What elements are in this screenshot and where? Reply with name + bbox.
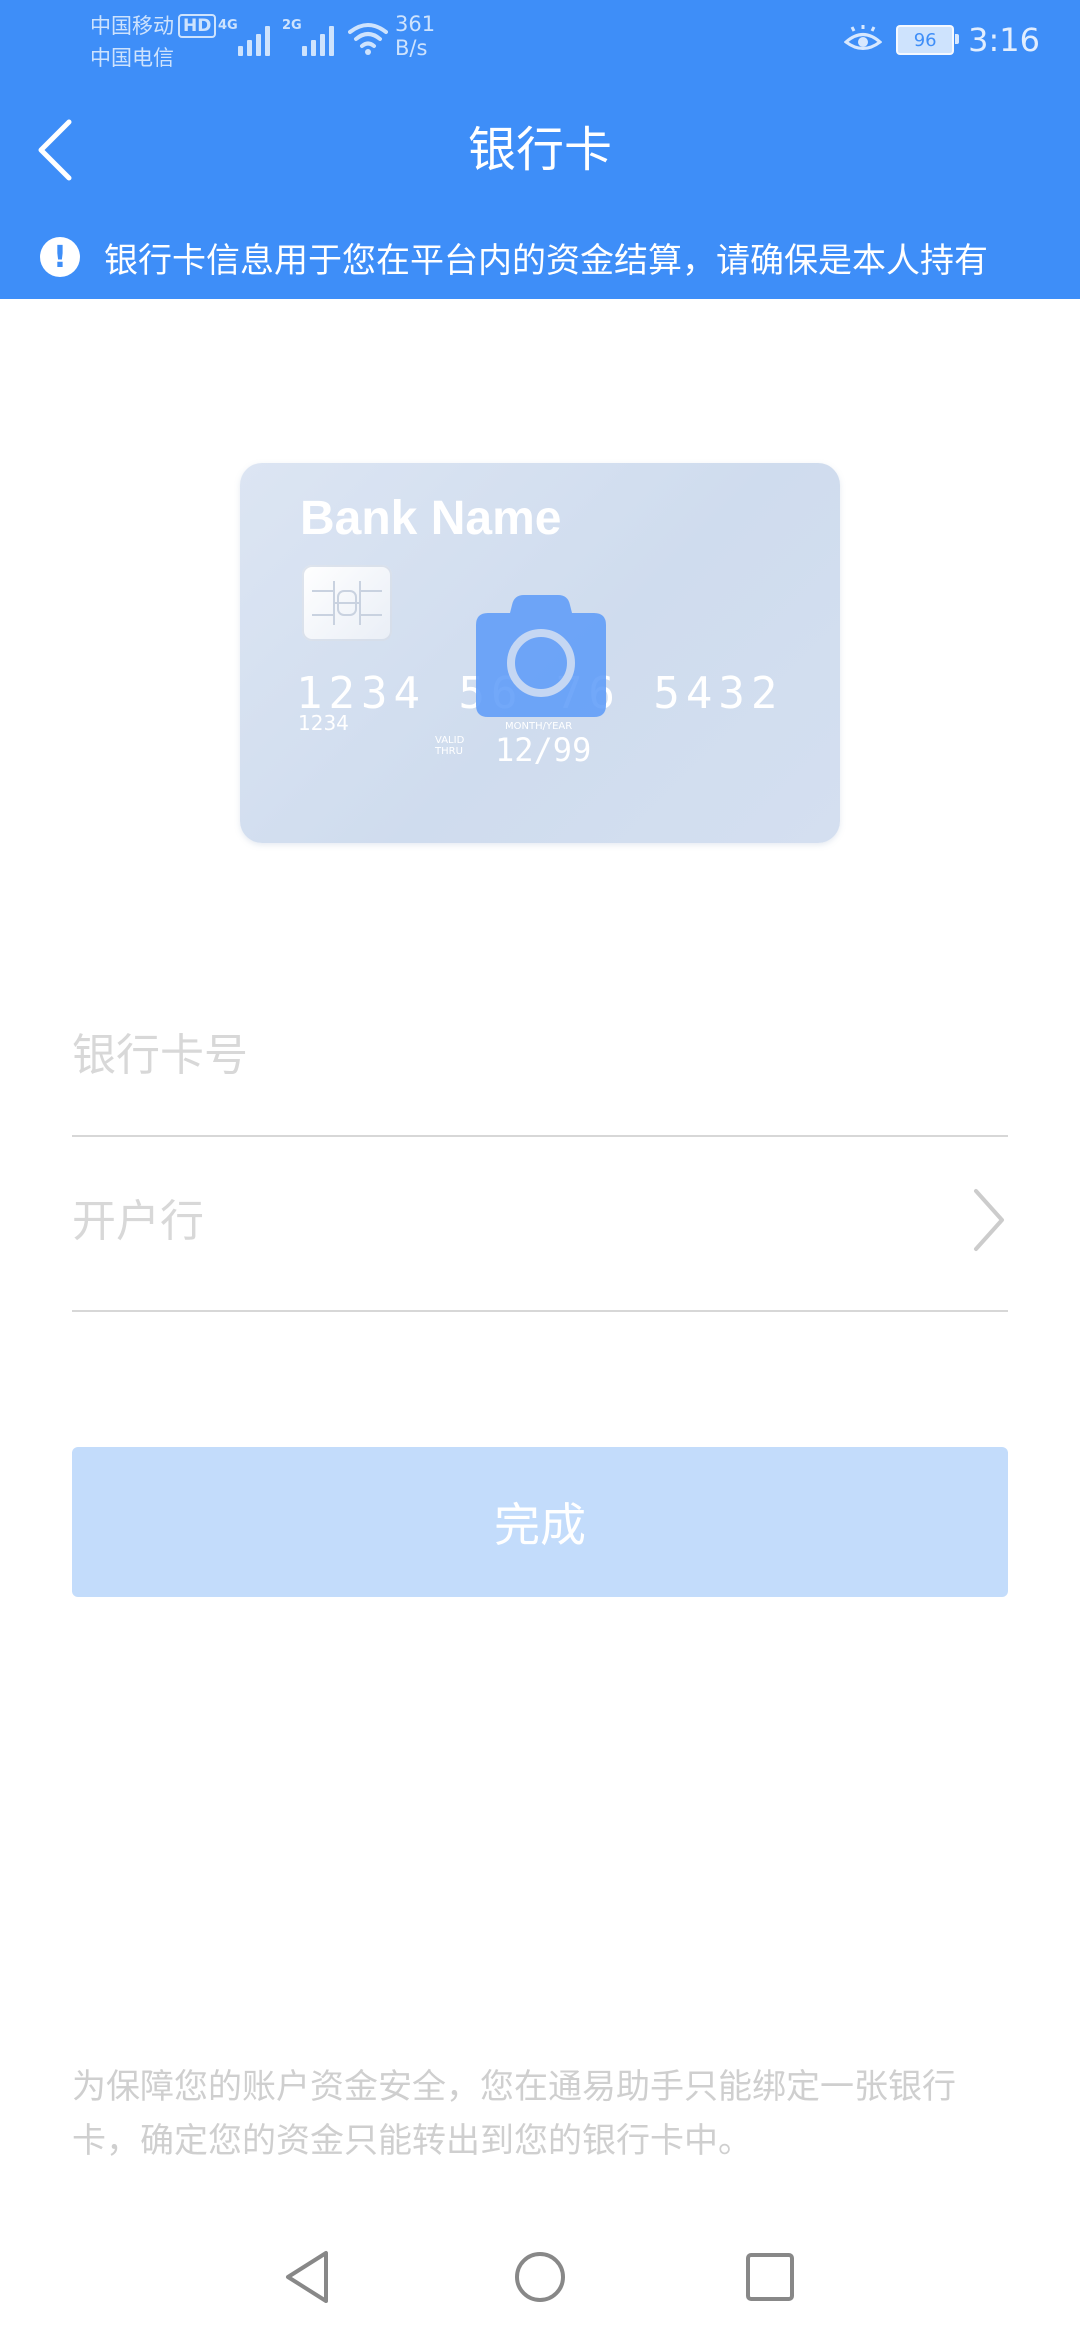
square-recent-icon xyxy=(746,2253,794,2301)
carrier-info: 中国移动 HD 中国电信 xyxy=(90,10,217,74)
card-number-input[interactable] xyxy=(72,1020,892,1090)
done-button[interactable]: 完成 xyxy=(72,1447,1008,1597)
nav-home-button[interactable] xyxy=(505,2242,575,2312)
valid-thru-label: VALID THRU xyxy=(435,735,465,757)
network-type-2: 2G xyxy=(282,18,302,33)
eye-icon xyxy=(844,25,883,50)
signal-4g-icon: 4G xyxy=(218,18,270,56)
status-bar: 中国移动 HD 中国电信 4G 2G 361 B/s 96 3:16 xyxy=(0,0,1080,85)
network-speed: 361 B/s xyxy=(395,12,435,60)
hd-badge: HD xyxy=(178,14,217,38)
sample-small-number: 1234 xyxy=(298,711,349,735)
bank-select-row[interactable]: 开户行 xyxy=(72,1145,1008,1312)
signal-indicators: 4G 2G xyxy=(218,16,388,56)
network-type-1: 4G xyxy=(218,18,238,33)
battery-icon: 96 xyxy=(896,25,960,55)
card-chip-icon xyxy=(302,565,392,641)
card-scan-area[interactable]: Bank Name 1234 56 76 5432 1234 VALID THR… xyxy=(240,463,840,843)
app-header: 银行卡 xyxy=(0,85,1080,215)
exclamation-circle-icon: ! xyxy=(40,237,80,277)
sample-expiry: 12/99 xyxy=(495,731,592,769)
chevron-right-icon xyxy=(974,1189,1004,1251)
nav-back-button[interactable] xyxy=(272,2242,342,2312)
wifi-icon xyxy=(348,23,388,55)
nav-recent-button[interactable] xyxy=(735,2242,805,2312)
notice-banner: ! 银行卡信息用于您在平台内的资金结算，请确保是本人持有 xyxy=(0,215,1080,299)
carrier-name-1: 中国移动 xyxy=(90,14,174,38)
status-right: 96 3:16 xyxy=(844,16,1040,64)
carrier-name-2: 中国电信 xyxy=(90,46,174,70)
camera-button[interactable] xyxy=(474,593,608,719)
card-number-row xyxy=(72,990,1008,1137)
security-note: 为保障您的账户资金安全，您在通易助手只能绑定一张银行卡，确定您的资金只能转出到您… xyxy=(72,2067,956,2161)
speed-unit: B/s xyxy=(395,36,428,60)
triangle-back-icon xyxy=(286,2251,328,2303)
bank-select-placeholder: 开户行 xyxy=(72,1196,204,1247)
speed-value: 361 xyxy=(395,12,436,36)
sample-bank-name: Bank Name xyxy=(300,492,562,545)
system-nav-bar xyxy=(0,2220,1080,2340)
signal-2g-icon: 2G xyxy=(282,18,334,56)
clock: 3:16 xyxy=(968,21,1040,59)
circle-home-icon xyxy=(515,2252,565,2302)
page-title: 银行卡 xyxy=(467,122,612,178)
camera-icon xyxy=(476,595,606,717)
notice-text: 银行卡信息用于您在平台内的资金结算，请确保是本人持有 xyxy=(104,240,988,281)
